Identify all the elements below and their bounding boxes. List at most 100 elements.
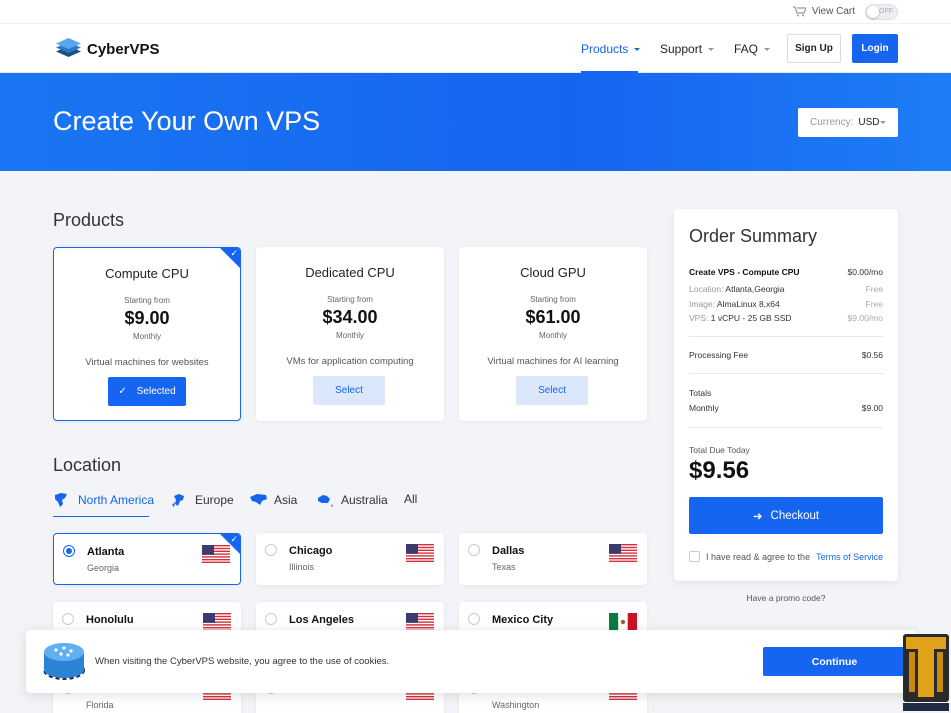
chevron-down-icon bbox=[880, 121, 886, 124]
summary-totals-heading: Totals bbox=[689, 388, 883, 398]
summary-product-line: Create VPS - Compute CPU $0.00/mo bbox=[689, 267, 883, 277]
us-flag-icon bbox=[202, 545, 230, 563]
tab-label: North America bbox=[78, 493, 155, 507]
main-navigation: CyberVPS Products Support FAQ Sign Up Lo… bbox=[0, 24, 951, 73]
location-key: Location: bbox=[689, 284, 724, 294]
location-radio[interactable] bbox=[62, 613, 74, 625]
checkout-button[interactable]: ➜ Checkout bbox=[689, 497, 883, 534]
sign-up-button[interactable]: Sign Up bbox=[787, 34, 841, 63]
terms-agreement: I have read & agree to the Terms of Serv… bbox=[689, 551, 883, 562]
check-icon: ✓ bbox=[230, 248, 238, 258]
tab-australia[interactable]: Australia bbox=[316, 492, 388, 508]
vps-value: 1 vCPU - 25 GB SSD bbox=[710, 313, 792, 323]
monthly-label: Monthly bbox=[689, 403, 719, 413]
watermark-logo bbox=[903, 634, 949, 711]
city-name: Mexico City bbox=[492, 614, 554, 626]
us-flag-icon bbox=[406, 613, 434, 631]
chevron-down-icon bbox=[764, 47, 771, 51]
location-radio[interactable] bbox=[468, 613, 480, 625]
summary-image-line: Image: AlmaLinux 8,x64 Free bbox=[689, 299, 883, 309]
mexico-flag-icon bbox=[609, 613, 637, 631]
image-value: AlmaLinux 8,x64 bbox=[716, 299, 780, 309]
starting-from-label: Starting from bbox=[124, 296, 170, 305]
tab-label: Australia bbox=[341, 493, 388, 507]
active-tab-indicator bbox=[53, 516, 149, 517]
tab-label: Asia bbox=[274, 493, 298, 507]
divider bbox=[689, 373, 883, 374]
product-description: Virtual machines for websites bbox=[85, 357, 209, 368]
login-button[interactable]: Login bbox=[852, 34, 898, 63]
products-heading: Products bbox=[53, 210, 125, 230]
select-button[interactable]: Select bbox=[313, 376, 385, 405]
us-flag-icon bbox=[203, 613, 231, 631]
city-name: Dallas bbox=[492, 545, 525, 557]
totals-label: Totals bbox=[689, 388, 712, 398]
monthly-value: $9.00 bbox=[861, 403, 883, 413]
location-radio[interactable] bbox=[265, 613, 277, 625]
nav-support[interactable]: Support bbox=[660, 42, 715, 56]
select-button[interactable]: Select bbox=[516, 376, 588, 405]
product-price: $61.00 bbox=[525, 307, 581, 327]
nav-faq[interactable]: FAQ bbox=[734, 42, 771, 56]
location-card-dallas[interactable]: Dallas Texas bbox=[459, 533, 647, 585]
view-cart-label: View Cart bbox=[811, 6, 855, 17]
product-card-compute-cpu[interactable]: ✓ Compute CPU Starting from $9.00 Monthl… bbox=[53, 247, 241, 421]
toggle-label: OFF bbox=[879, 8, 893, 15]
summary-processing-fee: Processing Fee $0.56 bbox=[689, 350, 883, 360]
checkout-label: Checkout bbox=[770, 509, 820, 522]
nav-products[interactable]: Products bbox=[581, 42, 641, 56]
brand-logo[interactable]: CyberVPS bbox=[55, 37, 160, 61]
dark-mode-toggle[interactable]: OFF bbox=[865, 4, 898, 20]
product-price: $34.00 bbox=[322, 307, 378, 327]
currency-label: Currency: bbox=[810, 117, 854, 128]
location-radio[interactable] bbox=[468, 544, 480, 556]
state-name: Texas bbox=[492, 562, 516, 572]
location-card-atlanta[interactable]: ✓ Atlanta Georgia bbox=[53, 533, 241, 585]
promo-code-link[interactable]: Have a promo code? bbox=[674, 593, 898, 603]
north-america-icon bbox=[55, 493, 67, 507]
europe-icon bbox=[172, 494, 184, 507]
tab-europe[interactable]: Europe bbox=[170, 492, 234, 508]
us-flag-icon bbox=[406, 544, 434, 562]
vps-key: VPS: bbox=[689, 313, 709, 323]
product-name: Compute CPU bbox=[105, 266, 189, 281]
summary-location-line: Location: Atlanta,Georgia Free bbox=[689, 284, 883, 294]
selected-button[interactable]: ✓ Selected bbox=[108, 377, 186, 406]
nav-support-label: Support bbox=[660, 42, 703, 56]
cookie-consent-banner: When visiting the CyberVPS website, you … bbox=[26, 630, 916, 693]
cookie-message: When visiting the CyberVPS website, you … bbox=[95, 656, 390, 667]
product-name: Cloud GPU bbox=[520, 265, 586, 280]
cube-stack-logo-icon bbox=[56, 38, 81, 57]
tab-all[interactable]: All bbox=[404, 492, 417, 506]
currency-select[interactable]: Currency: USD bbox=[798, 108, 898, 137]
location-radio[interactable] bbox=[265, 544, 277, 556]
currency-value: USD bbox=[858, 117, 880, 128]
chevron-down-icon bbox=[708, 47, 715, 51]
check-icon: ✓ bbox=[230, 534, 238, 544]
tab-asia[interactable]: Asia bbox=[249, 492, 297, 508]
product-card-dedicated-cpu[interactable]: Dedicated CPU Starting from $34.00 Month… bbox=[256, 247, 444, 421]
nav-faq-label: FAQ bbox=[734, 42, 759, 56]
view-cart-link[interactable]: View Cart bbox=[792, 6, 855, 17]
chevron-down-icon bbox=[634, 47, 641, 51]
arrow-right-icon: ➜ bbox=[752, 510, 763, 523]
check-icon: ✓ bbox=[118, 386, 127, 397]
total-due-label: Total Due Today bbox=[689, 445, 750, 455]
location-radio[interactable] bbox=[63, 545, 75, 557]
billing-period: Monthly bbox=[538, 331, 567, 340]
product-card-cloud-gpu[interactable]: Cloud GPU Starting from $61.00 Monthly V… bbox=[459, 247, 647, 421]
location-price: Free bbox=[865, 284, 883, 294]
asia-icon bbox=[250, 494, 267, 505]
location-card-chicago[interactable]: Chicago Illinois bbox=[256, 533, 444, 585]
product-price: $9.00 bbox=[124, 308, 170, 328]
processing-fee-label: Processing Fee bbox=[689, 350, 749, 360]
nav-products-label: Products bbox=[581, 42, 629, 56]
product-line-label: Create VPS - Compute CPU bbox=[689, 267, 800, 277]
continue-button[interactable]: Continue bbox=[763, 647, 906, 676]
order-summary-panel: Order Summary Create VPS - Compute CPU $… bbox=[674, 209, 898, 581]
tab-north-america[interactable]: North America bbox=[53, 492, 154, 508]
terms-checkbox[interactable] bbox=[689, 551, 700, 562]
terms-of-service-link[interactable]: Terms of Service bbox=[816, 552, 883, 562]
cart-icon bbox=[792, 6, 806, 17]
tab-label: All bbox=[404, 492, 418, 506]
